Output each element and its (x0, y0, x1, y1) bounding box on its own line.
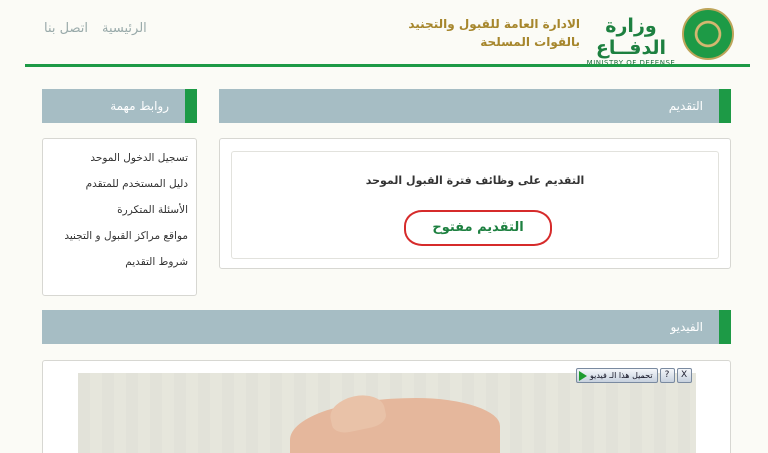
nav-contact-link[interactable]: اتصل بنا (44, 21, 88, 36)
agency-line-1: الادارة العامة للقبول والتجنيد (408, 17, 580, 31)
download-video-label: تحميل هذا الـ فيديو (590, 371, 653, 380)
link-user-guide[interactable]: دليل المستخدم للمتقدم (49, 177, 188, 191)
video-download-toolbar: تحميل هذا الـ فيديو ? X (576, 367, 692, 384)
header-divider (25, 64, 750, 67)
help-icon[interactable]: ? (659, 368, 675, 383)
apply-section-title: التقديم (668, 99, 703, 113)
link-unified-login[interactable]: تسجيل الدخول الموحد (49, 151, 188, 165)
top-nav: الرئيسية اتصل بنا (44, 21, 147, 36)
apply-section-header: التقديم (219, 89, 731, 123)
important-links-list: تسجيل الدخول الموحد دليل المستخدم للمتقد… (42, 138, 197, 296)
agency-name: الادارة العامة للقبول والتجنيد بالقوات ا… (370, 15, 580, 51)
ministry-logo-text[interactable]: وزارة الدفــاع MINISTRY OF DEFENSE (586, 15, 676, 67)
ministry-name-ar: وزارة الدفــاع (595, 15, 667, 59)
links-section-header: روابط مهمة (42, 89, 197, 123)
site-header: الرئيسية اتصل بنا الادارة العامة للقبول … (0, 0, 768, 67)
nav-home-link[interactable]: الرئيسية (102, 21, 147, 36)
link-application-terms[interactable]: شروط التقديم (49, 255, 188, 269)
link-recruitment-centers[interactable]: مواقع مراكز القبول و التجنيد (49, 229, 188, 243)
ministry-emblem-icon[interactable] (682, 8, 734, 60)
apply-open-button[interactable]: التقديم مفتوح (404, 210, 552, 246)
links-section-title: روابط مهمة (110, 99, 169, 113)
download-video-button[interactable]: تحميل هذا الـ فيديو (576, 368, 658, 383)
agency-line-2: بالقوات المسلحة (480, 35, 580, 49)
apply-heading: التقديم على وظائف فترة القبول الموحد (365, 174, 585, 187)
close-icon[interactable]: X (676, 368, 692, 383)
link-faq[interactable]: الأسئلة المتكررة (49, 203, 188, 217)
video-section-title: الفيديو (670, 320, 703, 334)
play-icon (579, 370, 587, 381)
video-section-header: الفيديو (42, 310, 731, 344)
